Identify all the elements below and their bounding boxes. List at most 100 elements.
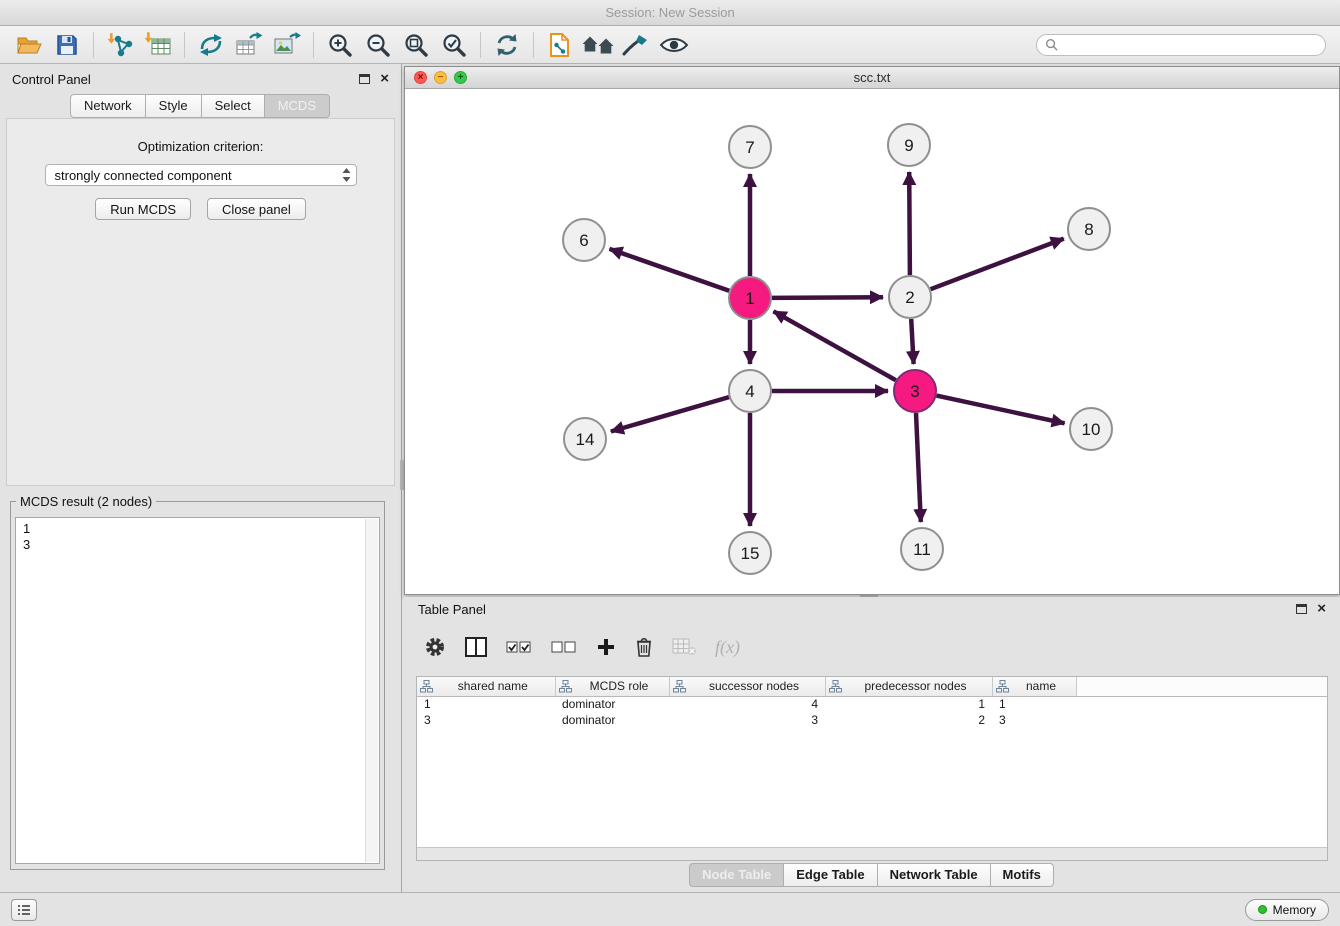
- show-columns-button[interactable]: [465, 637, 487, 657]
- minimize-window-button[interactable]: −: [434, 71, 447, 84]
- table-cell-filler: [1076, 712, 1327, 728]
- network-window-titlebar: × − + scc.txt: [405, 67, 1339, 89]
- open-folder-button[interactable]: [12, 29, 46, 61]
- task-history-button[interactable]: [11, 899, 37, 921]
- result-scrollbar[interactable]: [365, 519, 378, 862]
- close-window-button[interactable]: ×: [414, 71, 427, 84]
- new-table-button[interactable]: [232, 29, 266, 61]
- optimization-criterion-value: strongly connected component: [55, 168, 342, 183]
- search-box[interactable]: [1036, 34, 1326, 56]
- refresh-button[interactable]: [490, 29, 524, 61]
- table-cell[interactable]: 2: [825, 712, 992, 728]
- toolbar-separator: [533, 32, 534, 58]
- float-table-panel-icon[interactable]: [1296, 604, 1307, 614]
- column-header-predecessor-nodes[interactable]: predecessor nodes: [825, 677, 992, 696]
- import-network-button[interactable]: [103, 29, 137, 61]
- edge-3-11[interactable]: [916, 413, 921, 522]
- column-header-shared-name[interactable]: shared name: [417, 677, 555, 696]
- table-row[interactable]: 1dominator411: [417, 696, 1327, 712]
- memory-label: Memory: [1273, 903, 1316, 917]
- close-panel-icon[interactable]: ×: [380, 73, 389, 85]
- table-row[interactable]: 3dominator323: [417, 712, 1327, 728]
- tab-edge-table[interactable]: Edge Table: [783, 863, 877, 887]
- document-network-button[interactable]: [543, 29, 577, 61]
- table-cell-filler: [1076, 696, 1327, 712]
- graph-node-label-14: 14: [576, 430, 595, 449]
- table-cell[interactable]: 3: [417, 712, 555, 728]
- table-cell[interactable]: 1: [825, 696, 992, 712]
- select-all-columns-button[interactable]: [506, 640, 532, 654]
- status-bar: Memory: [0, 892, 1340, 926]
- zoom-in-button[interactable]: [323, 29, 357, 61]
- zoom-window-button[interactable]: +: [454, 71, 467, 84]
- mcds-result-area: 1 3: [15, 517, 380, 864]
- export-image-button[interactable]: [270, 29, 304, 61]
- table-settings-button[interactable]: [424, 636, 446, 658]
- close-table-panel-icon[interactable]: ×: [1317, 603, 1326, 615]
- table-toolbar: f(x): [404, 621, 1340, 673]
- import-table-button[interactable]: [141, 29, 175, 61]
- table-horizontal-scrollbar[interactable]: [417, 847, 1327, 860]
- document-network-icon: [548, 32, 572, 58]
- float-panel-icon[interactable]: [359, 74, 370, 84]
- optimization-criterion-select[interactable]: strongly connected component: [45, 164, 357, 186]
- column-tree-icon: [420, 680, 433, 693]
- tab-network-table[interactable]: Network Table: [877, 863, 991, 887]
- column-header-successor-nodes[interactable]: successor nodes: [669, 677, 825, 696]
- run-mcds-button[interactable]: Run MCDS: [95, 198, 191, 220]
- mcds-result-text: 1 3: [17, 519, 364, 862]
- edge-3-1[interactable]: [774, 311, 896, 380]
- toolbar-separator: [480, 32, 481, 58]
- list-icon: [17, 904, 31, 916]
- edge-2-3[interactable]: [911, 319, 913, 364]
- table-cell[interactable]: 4: [669, 696, 825, 712]
- delete-column-button[interactable]: [635, 636, 653, 658]
- zoom-selected-button[interactable]: [437, 29, 471, 61]
- tab-network[interactable]: Network: [70, 94, 146, 118]
- zoom-out-button[interactable]: [361, 29, 395, 61]
- search-input[interactable]: [1064, 38, 1317, 52]
- edge-2-9[interactable]: [909, 172, 910, 275]
- toolbar-separator: [184, 32, 185, 58]
- zoom-fit-button[interactable]: [399, 29, 433, 61]
- edge-3-10[interactable]: [937, 396, 1065, 424]
- graph-node-label-8: 8: [1084, 220, 1093, 239]
- import-table-icon: [144, 32, 172, 58]
- save-icon: [55, 33, 79, 57]
- add-column-button[interactable]: [596, 637, 616, 657]
- network-arrows-button[interactable]: [194, 29, 228, 61]
- table-cell[interactable]: dominator: [555, 712, 669, 728]
- memory-button[interactable]: Memory: [1245, 899, 1329, 921]
- column-header-mcds-role[interactable]: MCDS role: [555, 677, 669, 696]
- style-brush-button[interactable]: [619, 29, 653, 61]
- network-canvas[interactable]: 7968124314101511: [405, 89, 1339, 594]
- edge-4-14[interactable]: [611, 397, 729, 431]
- tab-style[interactable]: Style: [145, 94, 202, 118]
- unselect-all-columns-button[interactable]: [551, 640, 577, 654]
- edge-2-8[interactable]: [931, 239, 1064, 290]
- save-session-button[interactable]: [50, 29, 84, 61]
- main-toolbar: [0, 26, 1340, 64]
- mcds-result-box: MCDS result (2 nodes) 1 3: [10, 494, 385, 870]
- column-header-name[interactable]: name: [992, 677, 1076, 696]
- tab-motifs[interactable]: Motifs: [990, 863, 1054, 887]
- table-cell[interactable]: 3: [669, 712, 825, 728]
- homes-button[interactable]: [581, 29, 615, 61]
- function-builder-button[interactable]: f(x): [715, 637, 740, 658]
- control-panel: Control Panel × NetworkStyleSelectMCDS O…: [0, 64, 402, 892]
- table-cell[interactable]: dominator: [555, 696, 669, 712]
- edge-1-6[interactable]: [610, 249, 730, 291]
- close-panel-button[interactable]: Close panel: [207, 198, 306, 220]
- tab-mcds[interactable]: MCDS: [264, 94, 330, 118]
- edge-1-2[interactable]: [772, 297, 883, 298]
- graph-node-label-2: 2: [905, 288, 914, 307]
- table-cell[interactable]: 1: [992, 696, 1076, 712]
- table-cell[interactable]: 1: [417, 696, 555, 712]
- show-hide-button[interactable]: [657, 29, 691, 61]
- delete-table-button[interactable]: [672, 638, 696, 656]
- unchecked-boxes-icon: [551, 640, 577, 654]
- graph-node-label-9: 9: [904, 136, 913, 155]
- tab-node-table[interactable]: Node Table: [689, 863, 784, 887]
- tab-select[interactable]: Select: [201, 94, 265, 118]
- table-cell[interactable]: 3: [992, 712, 1076, 728]
